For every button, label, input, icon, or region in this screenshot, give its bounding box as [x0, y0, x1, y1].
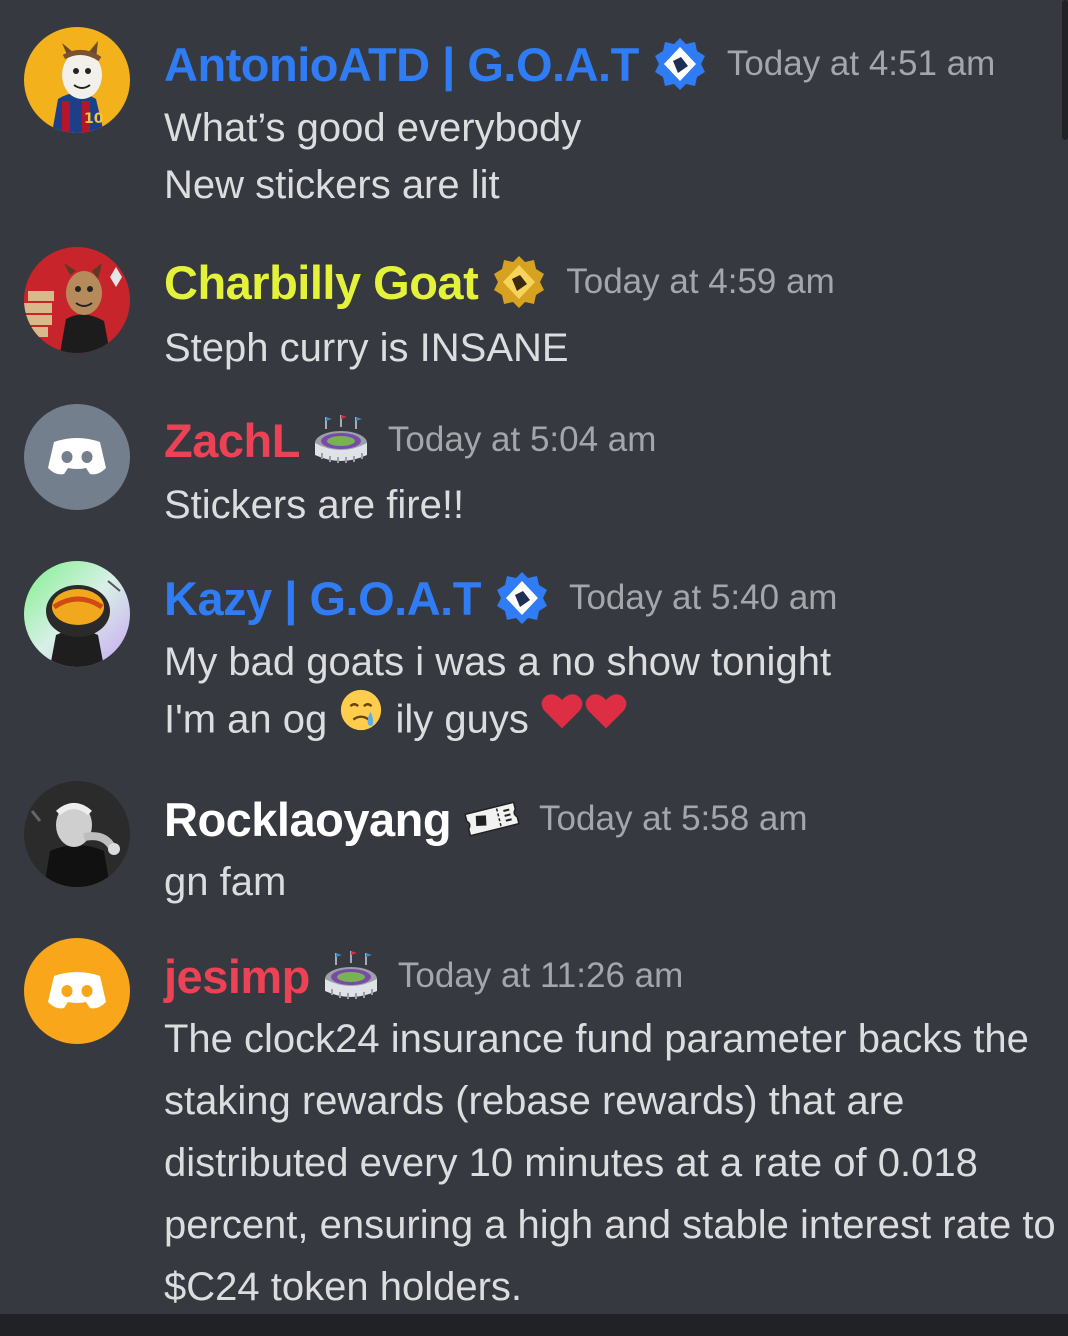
ticket-icon: [463, 790, 521, 848]
username[interactable]: Charbilly Goat: [164, 255, 479, 310]
message-content: gn fam: [164, 854, 286, 911]
timestamp[interactable]: Today at 5:58 am: [539, 799, 808, 839]
message-line: percent, ensuring a high and stable inte…: [164, 1203, 1056, 1247]
stadium-icon: [312, 411, 370, 469]
username[interactable]: AntonioATD | G.O.A.T: [164, 37, 639, 92]
message-content: Stickers are fire!!: [164, 477, 464, 534]
message-line: I'm an og ily guys: [164, 689, 831, 753]
avatar[interactable]: [24, 404, 130, 510]
avatar[interactable]: [24, 561, 130, 667]
timestamp[interactable]: Today at 11:26 am: [398, 956, 683, 996]
message-content: My bad goats i was a no show tonight I'm…: [164, 634, 831, 753]
timestamp[interactable]: Today at 5:40 am: [569, 578, 838, 618]
message-header: ZachL Today at 5:04 am: [164, 410, 656, 470]
message-content: What’s good everybody New stickers are l…: [164, 100, 581, 214]
stadium-icon: [322, 947, 380, 1005]
red-heart-icon: [584, 690, 628, 747]
username[interactable]: Kazy | G.O.A.T: [164, 571, 481, 626]
avatar[interactable]: 10: [24, 27, 130, 133]
gold-badge-icon: [490, 253, 548, 311]
message-header: Rocklaoyang Today at 5:58 am: [164, 789, 808, 849]
message-content: Steph curry is INSANE: [164, 320, 569, 377]
message-header: Charbilly Goat Today at 4:59 am: [164, 252, 835, 312]
message-line: distributed every 10 minutes at a rate o…: [164, 1141, 978, 1185]
message-line: My bad goats i was a no show tonight: [164, 640, 832, 684]
svg-text:10: 10: [84, 111, 104, 127]
message-header: AntonioATD | G.O.A.T Today at 4:51 am: [164, 34, 995, 94]
message-text: I'm an og: [164, 697, 328, 742]
timestamp[interactable]: Today at 5:04 am: [388, 420, 657, 460]
message-line: Steph curry is INSANE: [164, 326, 569, 370]
message-header: jesimp Today at 11:26 am: [164, 946, 683, 1006]
blue-verified-badge-icon: [493, 569, 551, 627]
message-line: The clock24 insurance fund parameter bac…: [164, 1017, 1029, 1061]
avatar[interactable]: [24, 247, 130, 353]
scrollbar[interactable]: [1062, 0, 1068, 140]
message-line: staking rewards (rebase rewards) that ar…: [164, 1079, 905, 1123]
avatar[interactable]: [24, 938, 130, 1044]
message-line: What’s good everybody: [164, 106, 582, 150]
timestamp[interactable]: Today at 4:59 am: [566, 262, 835, 302]
message-line: gn fam: [164, 860, 287, 904]
message-line: Stickers are fire!!: [164, 483, 465, 527]
blue-verified-badge-icon: [651, 35, 709, 93]
avatar[interactable]: [24, 781, 130, 887]
username[interactable]: jesimp: [164, 949, 310, 1004]
red-heart-icon: [540, 690, 584, 747]
timestamp[interactable]: Today at 4:51 am: [727, 44, 996, 84]
message-header: Kazy | G.O.A.T Today at 5:40 am: [164, 568, 837, 628]
message-line: New stickers are lit: [164, 163, 500, 207]
message-text: ily guys: [395, 697, 529, 742]
message-list[interactable]: 10 AntonioATD | G.O.A.T Today at 4:51 am: [0, 0, 1068, 1314]
message-line: $C24 token holders.: [164, 1265, 523, 1309]
username[interactable]: ZachL: [164, 413, 300, 468]
bottom-bar: [0, 1314, 1068, 1336]
username[interactable]: Rocklaoyang: [164, 792, 452, 847]
crying-face-icon: [338, 687, 384, 749]
message-content: The clock24 insurance fund parameter bac…: [164, 1008, 1064, 1318]
